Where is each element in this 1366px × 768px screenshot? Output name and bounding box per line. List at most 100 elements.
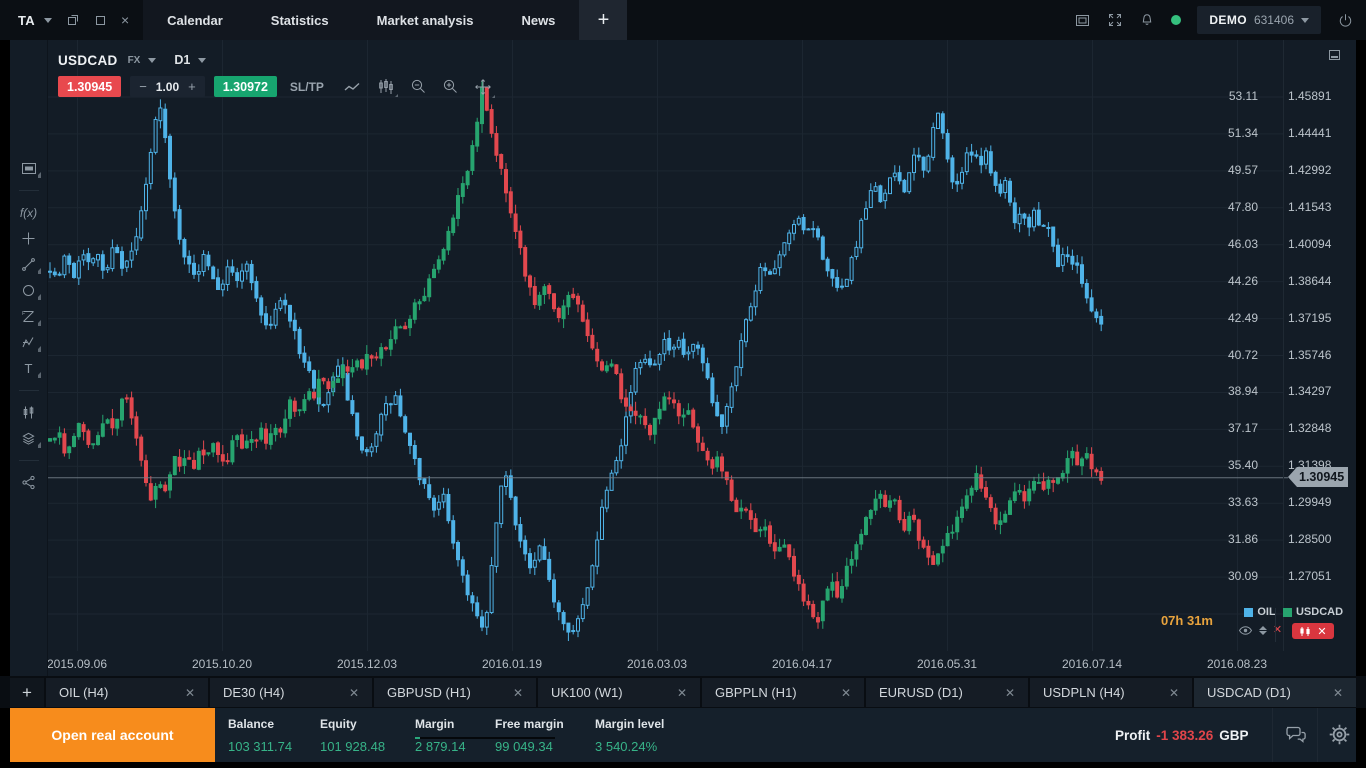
timeframe-label[interactable]: D1 <box>174 53 190 67</box>
close-position-x-icon: ✕ <box>1317 625 1326 638</box>
instrument-tab-label: UK100 (W1) <box>551 685 623 700</box>
chart-style-icon[interactable] <box>16 158 42 179</box>
usdcad-legend-swatch <box>1283 608 1292 617</box>
metric-free-margin: Free margin99 049.34 <box>495 717 564 754</box>
tab-close-icon[interactable]: ✕ <box>1169 686 1179 700</box>
oil-axis-tick: 31.86 <box>1198 532 1258 546</box>
usdcad-axis-tick: 1.35746 <box>1288 348 1350 362</box>
metric-value: 3 540.24% <box>595 739 664 754</box>
oil-visibility-eye-icon[interactable] <box>1238 625 1253 636</box>
chat-support-icon[interactable] <box>1284 724 1308 745</box>
tab-close-icon[interactable]: ✕ <box>513 686 523 700</box>
chevron-down-icon[interactable] <box>44 18 52 23</box>
metric-label: Equity <box>320 717 385 731</box>
oil-axis-tick: 37.17 <box>1198 421 1258 435</box>
oil-axis-tick: 49.57 <box>1198 163 1258 177</box>
instrument-tab-label: OIL (H4) <box>59 685 108 700</box>
oil-axis-tick: 46.03 <box>1198 237 1258 251</box>
instrument-tab-oil-h4[interactable]: OIL (H4) ✕ <box>46 678 208 707</box>
instrument-tab-label: USDPLN (H4) <box>1043 685 1125 700</box>
chart-list-panel-icon[interactable] <box>1327 48 1342 62</box>
maximize-icon[interactable] <box>94 14 107 27</box>
pan-move-icon[interactable] <box>474 78 492 96</box>
instrument-tab-usdcad-d1[interactable]: USDCAD (D1)✕ <box>1194 678 1356 707</box>
volume-increase-button[interactable]: + <box>188 79 196 94</box>
tab-close-icon[interactable]: ✕ <box>1005 686 1015 700</box>
compare-icon[interactable] <box>16 402 42 423</box>
chart-canvas[interactable] <box>48 40 1356 676</box>
notifications-bell-icon[interactable] <box>1139 12 1155 28</box>
settings-gear-icon[interactable] <box>1328 723 1351 746</box>
fibonacci-icon[interactable]: F <box>16 306 42 327</box>
volume-value[interactable]: 1.00 <box>156 80 179 94</box>
toolbar-divider <box>19 190 39 191</box>
open-real-account-button[interactable]: Open real account <box>10 708 215 762</box>
instrument-tabs-bar: + OIL (H4)✕DE30 (H4)✕GBPUSD (H1)✕UK100 (… <box>0 676 1366 708</box>
time-axis-label: 2015.09.06 <box>48 657 122 671</box>
tab-close-icon[interactable]: ✕ <box>349 686 359 700</box>
sell-button[interactable]: 1.30945 <box>58 76 121 97</box>
detach-window-icon[interactable] <box>66 13 80 27</box>
current-price-tag: 1.30945 <box>1288 467 1348 487</box>
volume-stepper: − 1.00 + <box>130 76 205 97</box>
usdcad-axis-tick: 1.45891 <box>1288 89 1350 103</box>
text-tool-icon[interactable]: T <box>16 358 42 379</box>
volume-decrease-button[interactable]: − <box>139 79 147 94</box>
time-axis-label: 2016.08.23 <box>1192 657 1282 671</box>
time-axis-label: 2016.05.31 <box>902 657 992 671</box>
top-tab-strip: CalendarStatisticsMarket analysisNews <box>143 0 579 40</box>
legend-usdcad: USDCAD ✕ <box>1280 606 1346 639</box>
shapes-icon[interactable] <box>16 280 42 301</box>
toolbar-divider <box>19 390 39 391</box>
add-instrument-tab-button[interactable]: + <box>10 678 44 707</box>
top-tab-news[interactable]: News <box>497 0 579 40</box>
line-chart-mode-icon[interactable] <box>343 79 362 95</box>
top-tab-calendar[interactable]: Calendar <box>143 0 247 40</box>
account-selector[interactable]: DEMO 631406 <box>1197 6 1321 34</box>
top-tab-statistics[interactable]: Statistics <box>247 0 353 40</box>
zoom-out-icon[interactable] <box>410 78 427 95</box>
buy-button[interactable]: 1.30972 <box>214 76 277 97</box>
layers-icon[interactable] <box>16 428 42 449</box>
tab-close-icon[interactable]: ✕ <box>1333 686 1343 700</box>
metric-label: Margin level <box>595 717 664 731</box>
fullscreen-icon[interactable] <box>1107 12 1123 28</box>
trend-line-icon[interactable] <box>16 254 42 275</box>
close-position-button[interactable]: ✕ <box>1292 623 1333 639</box>
instrument-tab-gbpusd-h1[interactable]: GBPUSD (H1)✕ <box>374 678 536 707</box>
tab-close-icon[interactable]: ✕ <box>185 686 195 700</box>
symbol-name[interactable]: USDCAD <box>58 53 118 68</box>
zoom-in-icon[interactable] <box>442 78 459 95</box>
top-tab-market-analysis[interactable]: Market analysis <box>353 0 498 40</box>
svg-text:F: F <box>22 311 25 317</box>
instrument-tab-usdpln-h4[interactable]: USDPLN (H4) ✕ <box>1030 678 1192 707</box>
usdcad-legend-label: USDCAD <box>1296 606 1343 618</box>
instrument-tab-label: DE30 (H4) <box>223 685 284 700</box>
tab-close-icon[interactable]: ✕ <box>841 686 851 700</box>
oil-scale-adjust-icon[interactable] <box>1259 626 1267 635</box>
instrument-tab-gbppln-h1[interactable]: GBPPLN (H1)✕ <box>702 678 864 707</box>
workspace-name[interactable]: TA <box>18 13 35 28</box>
fx-indicators-icon[interactable]: f(x) <box>16 202 42 223</box>
window-layout-icon[interactable] <box>1074 12 1091 29</box>
oil-axis-tick: 42.49 <box>1198 311 1258 325</box>
workspace-controls: TA × <box>0 0 129 40</box>
oil-axis-tick: 53.11 <box>1198 89 1258 103</box>
metric-label: Free margin <box>495 717 564 731</box>
add-tab-button[interactable]: + <box>579 0 627 40</box>
instrument-tab-de30-h4[interactable]: DE30 (H4) ✕ <box>210 678 372 707</box>
instrument-tab-eurusd-d1[interactable]: EURUSD (D1)✕ <box>866 678 1028 707</box>
tab-close-icon[interactable]: ✕ <box>677 686 687 700</box>
usdcad-axis-tick: 1.28500 <box>1288 532 1350 546</box>
candle-chart-mode-icon[interactable] <box>377 78 395 95</box>
logout-power-icon[interactable] <box>1337 12 1354 29</box>
elliott-wave-icon[interactable] <box>16 332 42 353</box>
market-label: FX <box>128 55 141 66</box>
crosshair-icon[interactable] <box>16 228 42 249</box>
instrument-tab-uk100-w1[interactable]: UK100 (W1) ✕ <box>538 678 700 707</box>
symbol-dropdown-icon[interactable] <box>148 58 156 63</box>
timeframe-dropdown-icon[interactable] <box>198 58 206 63</box>
share-icon[interactable] <box>16 472 42 493</box>
close-icon[interactable]: × <box>121 12 129 28</box>
sltp-button[interactable]: SL/TP <box>290 80 324 94</box>
